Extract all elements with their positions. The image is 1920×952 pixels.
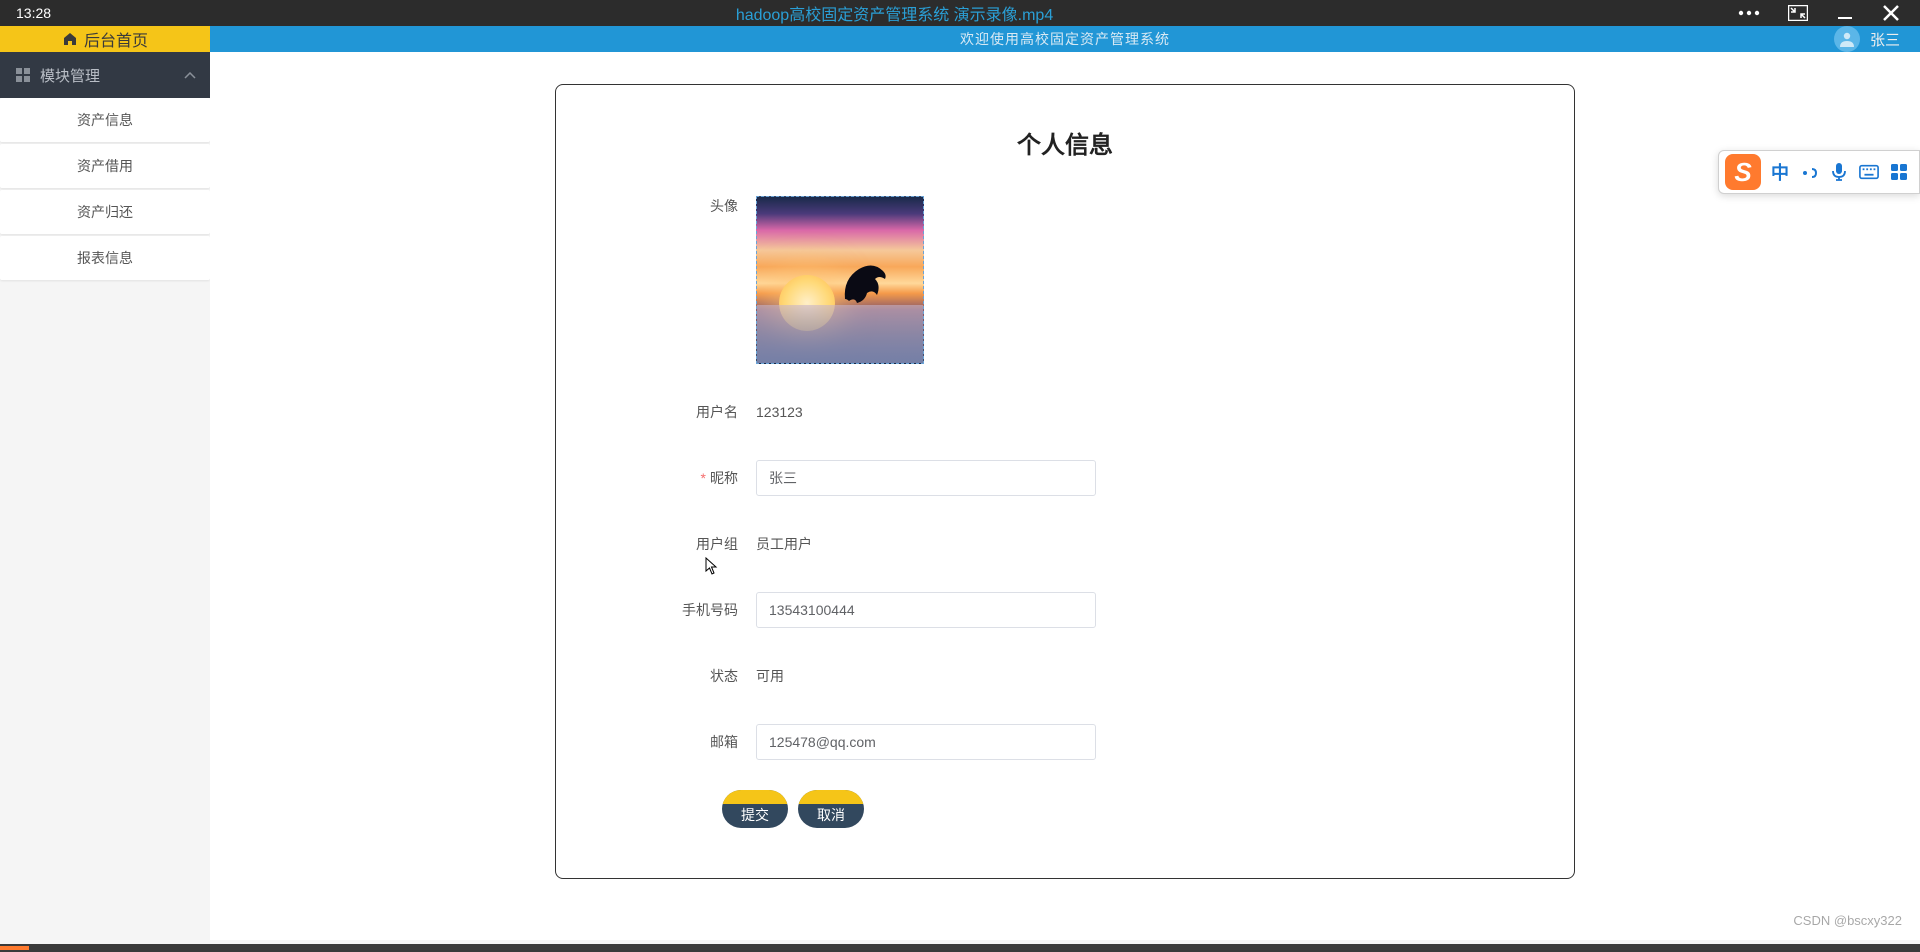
user-area[interactable]: 张三 — [1834, 26, 1900, 52]
email-input[interactable] — [756, 724, 1096, 760]
home-button[interactable]: 后台首页 — [0, 26, 210, 52]
label-email: 邮箱 — [636, 732, 756, 752]
label-avatar: 头像 — [636, 196, 756, 216]
video-current-time: 13:28 — [16, 5, 51, 21]
minimize-icon[interactable] — [1836, 4, 1854, 22]
video-titlebar: 13:28 hadoop高校固定资产管理系统 演示录像.mp4 — [0, 0, 1920, 26]
sidebar-item-label: 资产归还 — [77, 202, 133, 222]
ime-mic-icon[interactable] — [1829, 162, 1849, 182]
avatar-upload[interactable] — [756, 196, 924, 364]
required-star: * — [701, 470, 706, 486]
sidebar-group-modules[interactable]: 模块管理 — [0, 52, 210, 98]
app-topbar: 后台首页 欢迎使用高校固定资产管理系统 张三 — [0, 26, 1920, 52]
label-phone: 手机号码 — [636, 600, 756, 620]
video-progress-fill — [0, 946, 29, 950]
app-header: 欢迎使用高校固定资产管理系统 张三 — [210, 26, 1920, 52]
form-actions: 提交 取消 — [722, 790, 1494, 828]
video-window-controls — [1738, 4, 1900, 22]
ime-punct-icon[interactable] — [1799, 162, 1819, 182]
ime-keyboard-icon[interactable] — [1859, 162, 1879, 182]
home-icon — [62, 31, 78, 47]
sidebar-group-label: 模块管理 — [40, 65, 100, 86]
sidebar: 模块管理 资产信息 资产借用 资产归还 报表信息 — [0, 52, 210, 940]
avatar-image — [837, 259, 893, 309]
ime-toolbar[interactable]: S 中 — [1718, 150, 1920, 194]
video-progress-bar[interactable] — [0, 944, 1920, 952]
label-nickname: *昵称 — [636, 468, 756, 488]
cancel-button[interactable]: 取消 — [798, 790, 864, 828]
watermark: CSDN @bscxy322 — [1793, 913, 1902, 928]
row-email: 邮箱 — [636, 724, 1494, 760]
label-usergroup: 用户组 — [636, 534, 756, 554]
home-label: 后台首页 — [84, 27, 148, 51]
sidebar-item-label: 资产借用 — [77, 156, 133, 176]
avatar-icon — [1834, 26, 1860, 52]
row-avatar: 头像 — [636, 196, 1494, 364]
submit-button[interactable]: 提交 — [722, 790, 788, 828]
welcome-text: 欢迎使用高校固定资产管理系统 — [960, 29, 1170, 49]
nickname-input[interactable] — [756, 460, 1096, 496]
row-phone: 手机号码 — [636, 592, 1494, 628]
profile-form-card: 个人信息 头像 用户名 123123 *昵称 用户组 员工用户 手机号码 — [555, 84, 1575, 879]
ime-logo-icon: S — [1725, 154, 1761, 190]
ime-lang-toggle[interactable]: 中 — [1771, 159, 1789, 185]
value-status: 可用 — [756, 666, 784, 686]
sidebar-item-asset-return[interactable]: 资产归还 — [0, 190, 210, 234]
row-usergroup: 用户组 员工用户 — [636, 526, 1494, 562]
sidebar-item-asset-borrow[interactable]: 资产借用 — [0, 144, 210, 188]
row-status: 状态 可用 — [636, 658, 1494, 694]
label-status: 状态 — [636, 666, 756, 686]
close-icon[interactable] — [1882, 4, 1900, 22]
compact-view-icon[interactable] — [1788, 5, 1808, 21]
row-username: 用户名 123123 — [636, 394, 1494, 430]
sidebar-item-asset-info[interactable]: 资产信息 — [0, 98, 210, 142]
more-icon[interactable] — [1738, 10, 1760, 16]
sidebar-item-label: 报表信息 — [77, 248, 133, 268]
sidebar-item-report-info[interactable]: 报表信息 — [0, 236, 210, 280]
row-nickname: *昵称 — [636, 460, 1494, 496]
user-name: 张三 — [1870, 29, 1900, 50]
value-username: 123123 — [756, 404, 803, 420]
ime-grid-icon[interactable] — [1889, 162, 1909, 182]
form-title: 个人信息 — [636, 125, 1494, 160]
main-content: 个人信息 头像 用户名 123123 *昵称 用户组 员工用户 手机号码 — [210, 52, 1920, 940]
phone-input[interactable] — [756, 592, 1096, 628]
video-file-title: hadoop高校固定资产管理系统 演示录像.mp4 — [51, 1, 1738, 25]
value-usergroup: 员工用户 — [756, 534, 812, 554]
chevron-up-icon — [184, 67, 196, 84]
label-username: 用户名 — [636, 402, 756, 422]
sidebar-item-label: 资产信息 — [77, 110, 133, 130]
grid-icon — [16, 68, 30, 82]
